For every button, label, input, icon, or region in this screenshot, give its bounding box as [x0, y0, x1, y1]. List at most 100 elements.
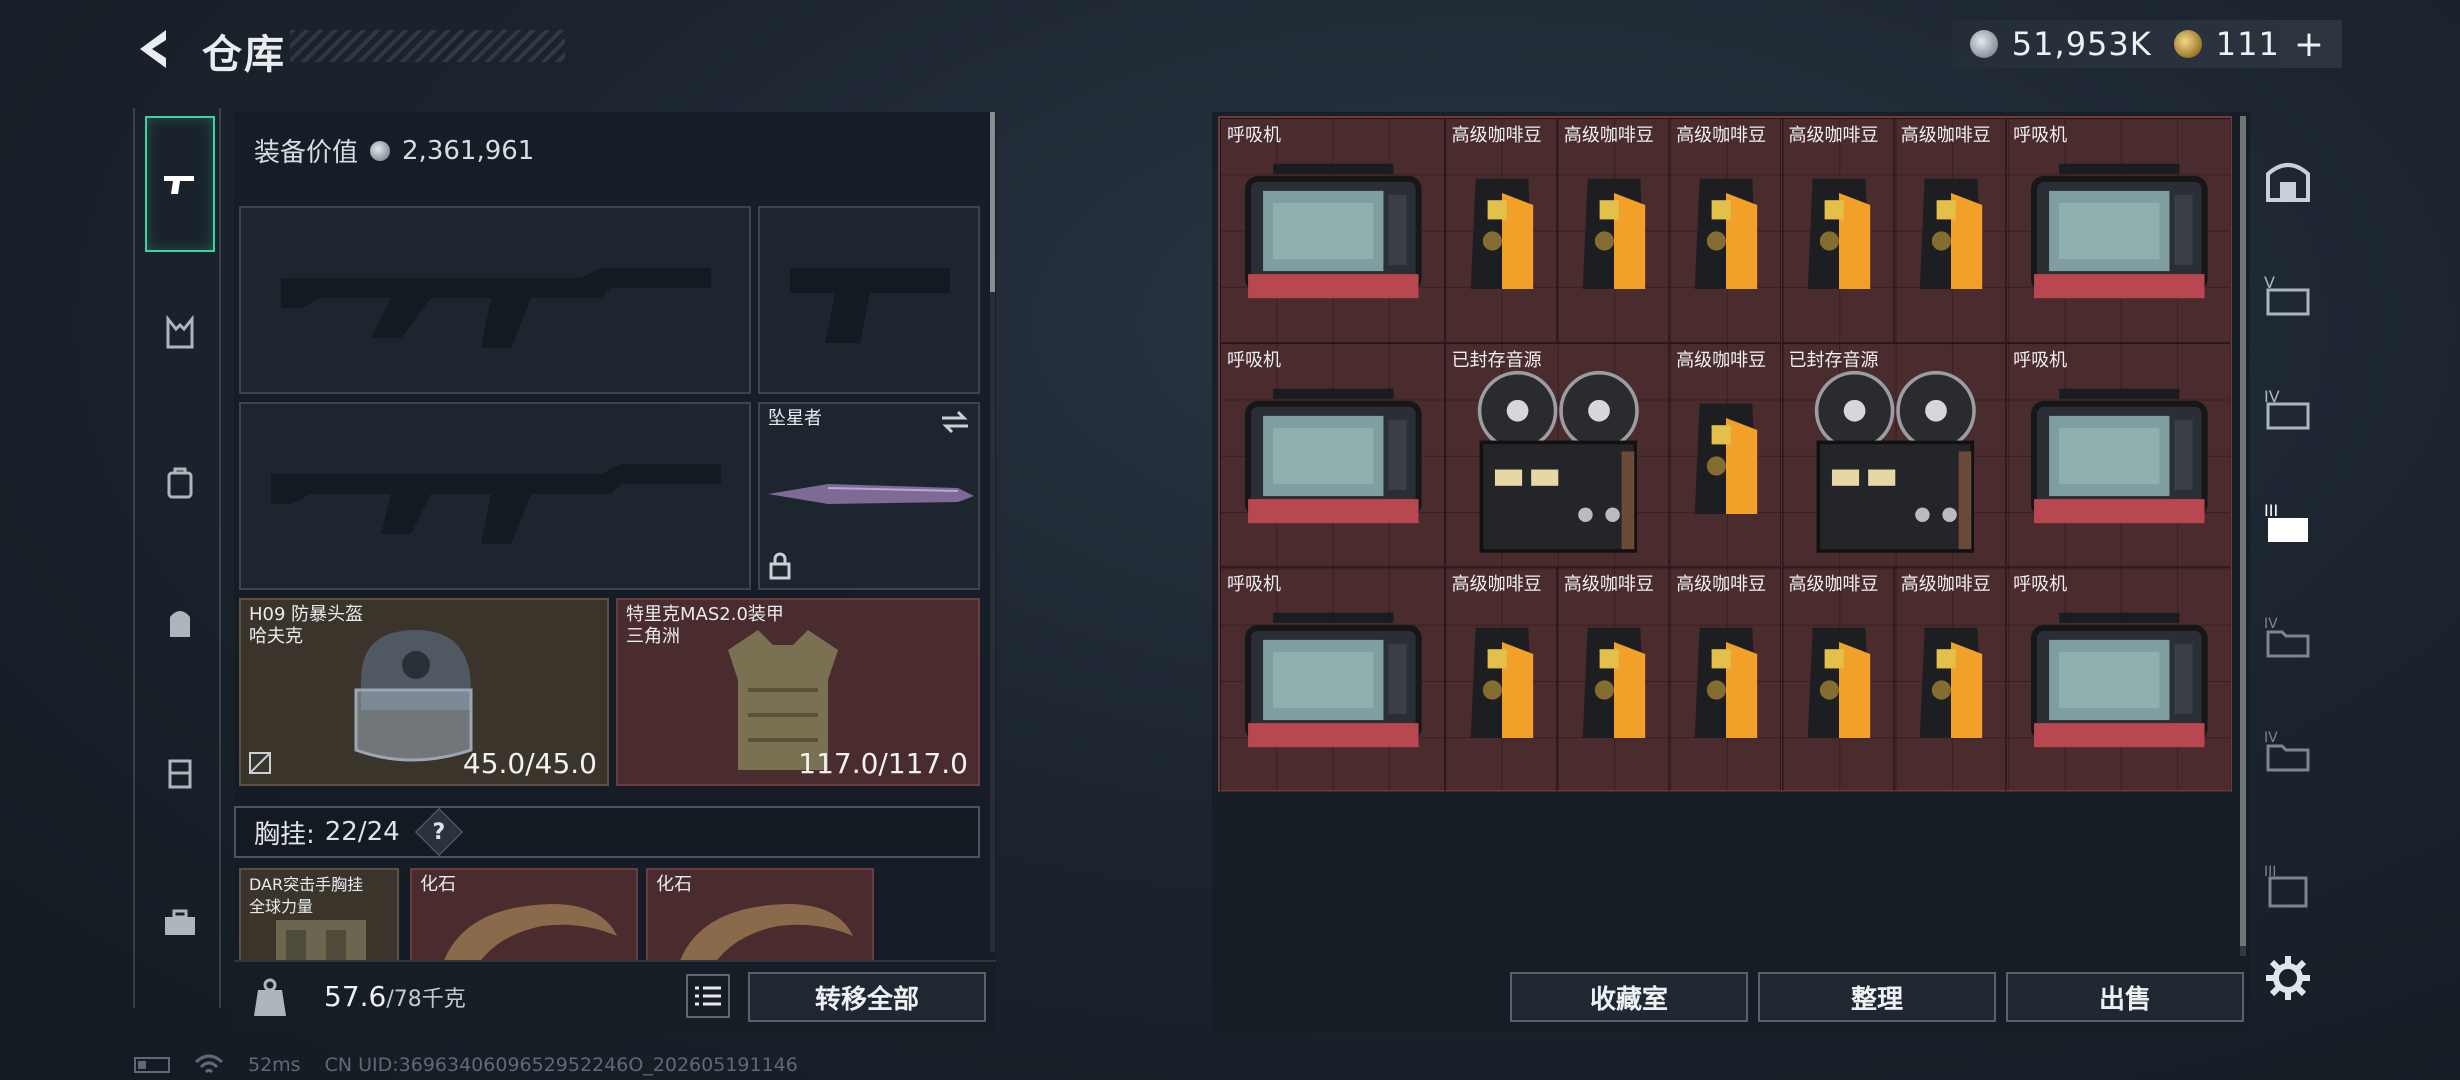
knife-icon: [768, 484, 974, 504]
storage-item-ventilator[interactable]: 呼吸机: [1220, 118, 1445, 343]
ventilator-icon: [1233, 374, 1434, 544]
wifi-icon: [194, 1054, 224, 1074]
silver-currency-value: 51,953K: [2011, 25, 2152, 63]
list-icon: [695, 986, 721, 1006]
storage-item-coffee[interactable]: 高级咖啡豆: [1556, 118, 1670, 343]
storage-page-3b-tab[interactable]: III: [2260, 856, 2316, 912]
equipment-value-label: 装备价值: [254, 138, 359, 168]
storage-page-5-tab[interactable]: V: [2260, 266, 2316, 322]
storage-scrollbar[interactable]: [2240, 116, 2246, 956]
svg-text:IV: IV: [2264, 730, 2278, 746]
rifle-silhouette-icon: [271, 464, 721, 544]
storage-scroll-thumb[interactable]: [2240, 116, 2246, 946]
collection-room-button[interactable]: 收藏室: [1510, 972, 1748, 1022]
status-bar: 52ms CN UID:3696340609652952246O_2026051…: [134, 1054, 798, 1076]
swap-icon[interactable]: [940, 410, 970, 434]
ventilator-icon: [1233, 149, 1434, 319]
ventilator-icon: [2019, 598, 2220, 768]
rail-backpack-tab[interactable]: [145, 448, 215, 518]
storage-page-3-tab-active[interactable]: III: [2260, 494, 2316, 550]
storage-item-coffee[interactable]: 高级咖啡豆: [1893, 567, 2007, 792]
container-icon: III: [2264, 864, 2308, 908]
pouch-item-1-name: 化石: [420, 874, 456, 895]
storage-item-coffee[interactable]: 高级咖啡豆: [1556, 567, 1670, 792]
back-arrow-icon[interactable]: [130, 24, 180, 74]
ventilator-icon: [2019, 374, 2220, 544]
storage-item-ventilator[interactable]: 呼吸机: [2006, 118, 2231, 343]
storage-page-rail: V IV III IV IV III: [2248, 112, 2328, 1012]
storage-item-coffee[interactable]: 高级咖啡豆: [1444, 118, 1557, 343]
no-repair-icon: [249, 752, 271, 774]
storage-page-4-tab[interactable]: IV: [2260, 380, 2316, 436]
storage-item-label: 呼吸机: [2013, 125, 2068, 146]
ventilator-icon: [2019, 149, 2220, 319]
storage-item-label: 呼吸机: [2013, 349, 2068, 371]
storage-home-tab[interactable]: [2260, 152, 2316, 208]
armor-slot[interactable]: 特里克MAS2.0装甲 三角洲 117.0/117.0: [616, 598, 980, 786]
rail-bag-tab[interactable]: [145, 588, 215, 658]
vest-icon: [166, 314, 194, 349]
transfer-all-button[interactable]: 转移全部: [748, 972, 986, 1022]
equipment-panel: 装备价值 2,361,961 坠星者 H09 防暴头盔 哈夫克 45.0/45.0…: [234, 112, 996, 1032]
storage-item-tape[interactable]: 已封存音源: [1444, 342, 1670, 567]
primary-weapon-slot[interactable]: [239, 206, 751, 394]
weight-current: 57.6: [324, 980, 387, 1013]
gold-currency-value: 111: [2215, 25, 2280, 63]
sell-button[interactable]: 出售: [2006, 972, 2244, 1022]
tertiary-weapon-slot[interactable]: [239, 402, 751, 590]
storage-item-coffee[interactable]: 高级咖啡豆: [1781, 567, 1894, 792]
storage-item-coffee[interactable]: 高级咖啡豆: [1669, 342, 1782, 567]
sort-button[interactable]: 整理: [1758, 972, 1996, 1022]
storage-item-ventilator[interactable]: 呼吸机: [2006, 567, 2231, 792]
storage-item-coffee[interactable]: 高级咖啡豆: [1893, 118, 2007, 343]
storage-item-tape[interactable]: 已封存音源: [1781, 342, 2007, 567]
list-view-button[interactable]: [686, 974, 730, 1018]
weight-icon: [254, 978, 286, 1016]
coffee-icon: [1690, 390, 1762, 530]
add-currency-button[interactable]: +: [2294, 24, 2324, 65]
storage-item-coffee[interactable]: 高级咖啡豆: [1669, 118, 1782, 343]
storage-item-label: 高级咖啡豆: [1676, 574, 1767, 595]
helmet-slot[interactable]: H09 防暴头盔 哈夫克 45.0/45.0: [239, 598, 609, 786]
rail-case-tab[interactable]: [145, 738, 215, 808]
secondary-weapon-slot[interactable]: [758, 206, 980, 394]
help-icon: ?: [432, 819, 446, 845]
storage-item-ventilator[interactable]: 呼吸机: [1220, 567, 1445, 792]
storage-item-label: 高级咖啡豆: [1676, 349, 1767, 371]
storage-item-ventilator[interactable]: 呼吸机: [2006, 342, 2231, 567]
storage-item-label: 高级咖啡豆: [1788, 574, 1879, 595]
battery-icon: [134, 1057, 170, 1073]
storage-page-4b-tab[interactable]: IV: [2260, 608, 2316, 664]
lock-icon: [769, 552, 791, 580]
pistol-icon: [164, 176, 194, 194]
storage-item-coffee[interactable]: 高级咖啡豆: [1781, 118, 1894, 343]
coffee-icon: [1803, 614, 1875, 754]
coffee-icon: [1578, 165, 1650, 305]
gold-coin-icon: [2173, 30, 2202, 58]
melee-slot[interactable]: 坠星者: [758, 402, 980, 590]
svg-text:III: III: [2264, 501, 2278, 520]
vest-label: 胸挂:: [254, 819, 315, 850]
rail-toolbox-tab[interactable]: [145, 888, 215, 958]
rail-vest-tab[interactable]: [145, 298, 215, 368]
settings-button[interactable]: [2260, 950, 2316, 1006]
storage-item-ventilator[interactable]: 呼吸机: [1220, 342, 1445, 567]
folder-icon: IV: [2264, 730, 2310, 772]
storage-item-coffee[interactable]: 高级咖啡豆: [1669, 567, 1782, 792]
pouch-item-2-name: 化石: [656, 874, 692, 895]
rail-weapons-tab[interactable]: [145, 116, 215, 252]
storage-item-label: 高级咖啡豆: [1900, 574, 1991, 595]
vest-capacity-bar: 胸挂: 22/24 ?: [234, 806, 980, 858]
help-button[interactable]: ?: [414, 807, 463, 857]
armor-faction: 三角洲: [626, 626, 680, 647]
storage-item-label: 高级咖啡豆: [1563, 574, 1654, 595]
equipment-scroll-thumb[interactable]: [990, 112, 995, 292]
storage-item-label: 已封存音源: [1788, 349, 1879, 371]
melee-slot-label: 坠星者: [768, 408, 822, 429]
storage-page-5b-tab[interactable]: IV: [2260, 722, 2316, 778]
case-icon: [168, 759, 192, 789]
storage-item-coffee[interactable]: 高级咖啡豆: [1444, 567, 1557, 792]
equipment-footer: 57.6/78千克 转移全部: [234, 960, 996, 1032]
equipment-value: 装备价值 2,361,961: [254, 132, 534, 169]
storage-page-5-icon: V: [2264, 273, 2310, 316]
